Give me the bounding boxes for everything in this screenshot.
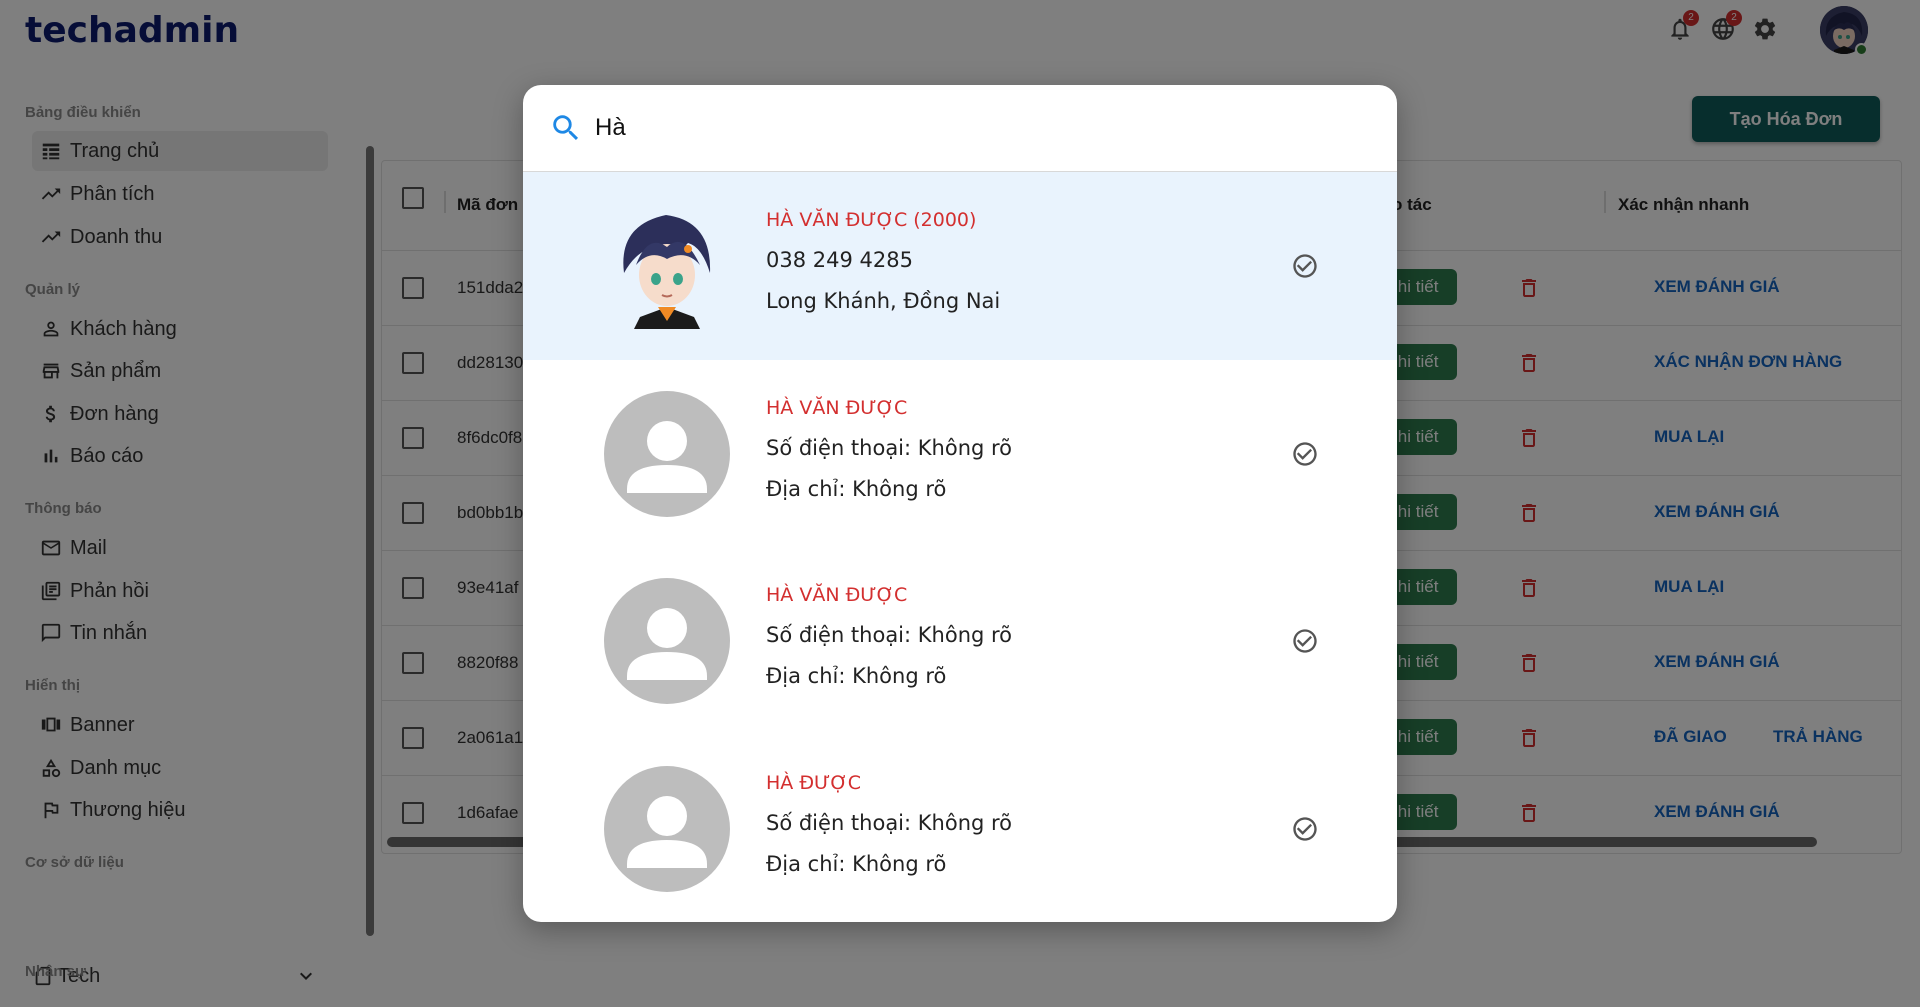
default-person-icon <box>604 390 730 517</box>
customer-address: Địa chỉ: Không rõ <box>766 476 947 501</box>
customer-address: Long Khánh, Đồng Nai <box>766 289 1001 313</box>
customer-result-item[interactable]: HÀ VĂN ĐƯỢC (2000) 038 249 4285 Long Khánh… <box>523 172 1397 360</box>
customer-result-item[interactable]: HÀ VĂN ĐƯỢC Số điện thoại: Không rõ Địa ch… <box>523 360 1397 548</box>
customer-phone: Số điện thoại: Không rõ <box>766 810 1013 835</box>
customer-address: Địa chỉ: Không rõ <box>766 664 947 688</box>
check-circle-icon[interactable] <box>1291 252 1319 280</box>
customer-phone: Số điện thoại: Không rõ <box>766 623 1013 647</box>
customer-phone: 038 249 4285 <box>766 248 913 272</box>
customer-phone: Số điện thoại: Không rõ <box>766 435 1013 460</box>
customer-result-item[interactable]: HÀ ĐƯỢC Số điện thoại: Không rõ Địa chỉ: K… <box>523 735 1397 923</box>
customer-name: HÀ VĂN ĐƯỢC <box>766 396 908 419</box>
search-icon <box>549 111 583 145</box>
customer-result-item[interactable]: HÀ VĂN ĐƯỢC Số điện thoại: Không rõ Địa ch… <box>523 547 1397 735</box>
customer-name: HÀ ĐƯỢC <box>766 771 861 794</box>
default-person-icon <box>604 765 730 892</box>
customer-search-modal: HÀ VĂN ĐƯỢC (2000) 038 249 4285 Long Khánh… <box>523 85 1397 922</box>
search-bar <box>523 85 1397 172</box>
customer-name: HÀ VĂN ĐƯỢC (2000) <box>766 209 977 231</box>
customer-search-input[interactable] <box>595 105 1355 151</box>
check-circle-icon[interactable] <box>1291 815 1319 843</box>
customer-address: Địa chỉ: Không rõ <box>766 851 947 876</box>
customer-name: HÀ VĂN ĐƯỢC <box>766 584 908 606</box>
customer-photo-avatar <box>604 203 730 329</box>
check-circle-icon[interactable] <box>1291 627 1319 655</box>
check-circle-icon[interactable] <box>1291 440 1319 468</box>
default-person-icon <box>604 578 730 704</box>
